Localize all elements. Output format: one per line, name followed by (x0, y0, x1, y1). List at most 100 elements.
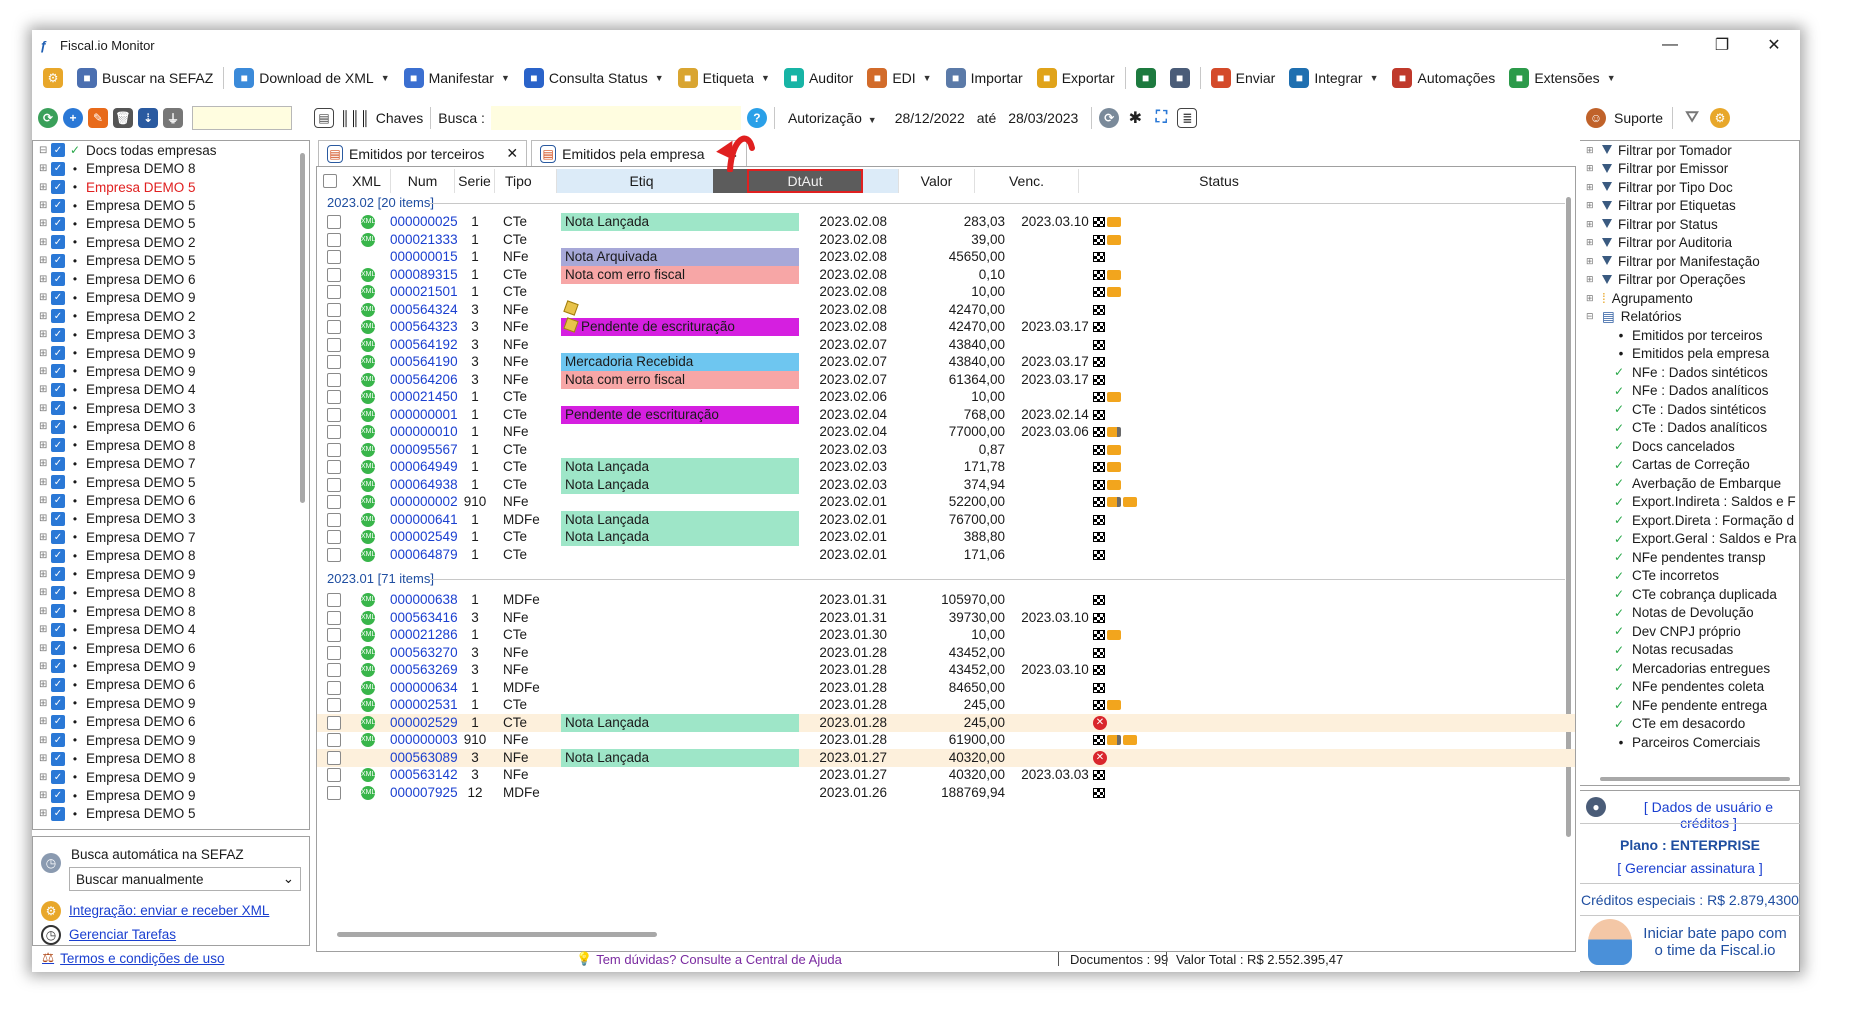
expand-icon[interactable]: ⊞ (39, 348, 51, 359)
company-item[interactable]: ⊞ ✓ • Empresa DEMO 6 (33, 418, 309, 436)
row-checkbox[interactable] (327, 302, 341, 317)
checkbox-checked-icon[interactable]: ✓ (51, 309, 65, 324)
group-header[interactable]: 2023.02 [20 items] (327, 195, 434, 210)
table-row[interactable]: XML 000000002 910 NFe 2023.02.01 52200,00 (317, 493, 1575, 511)
table-row[interactable]: XML 000564190 3 NFe Mercadoria Recebida 2023.… (317, 353, 1575, 371)
expand-icon[interactable]: ⊞ (1586, 237, 1600, 248)
expand-icon[interactable]: ⊞ (39, 753, 51, 764)
checkbox-checked-icon[interactable]: ✓ (51, 585, 65, 600)
toolbar-item-excel[interactable]: ■ (1131, 64, 1161, 92)
row-checkbox[interactable] (327, 232, 341, 247)
doc-tag[interactable] (561, 591, 799, 609)
report-item[interactable]: ✓ Averbação de Embarque (1580, 474, 1799, 493)
tree-root[interactable]: ⊟ ✓ ✓ Docs todas empresas (33, 141, 309, 159)
doc-number-link[interactable]: 000000025 (390, 213, 458, 231)
expand-icon[interactable]: ⊞ (39, 329, 51, 340)
checkbox-checked-icon[interactable]: ✓ (51, 235, 65, 250)
toolbar-item-consulta-status[interactable]: ■ Consulta Status ▼ (519, 64, 669, 92)
report-item[interactable]: ✓ NFe : Dados analíticos (1580, 382, 1799, 401)
close-button[interactable]: ✕ (1748, 30, 1800, 60)
xml-icon[interactable]: XML (361, 320, 375, 334)
toolbar-item-edi[interactable]: ■ EDI ▼ (862, 64, 936, 92)
doc-tag[interactable]: Nota Lançada (561, 475, 799, 494)
row-checkbox[interactable] (327, 495, 341, 509)
xml-icon[interactable]: XML (361, 390, 375, 404)
header-xml[interactable]: XML (343, 169, 391, 193)
expand-icon[interactable]: ⊞ (39, 679, 51, 690)
integration-link[interactable]: Integração: enviar e receber XML (69, 903, 269, 918)
table-row[interactable]: XML 000007925 12 MDFe 2023.01.26 188769,94 (317, 784, 1575, 802)
toolbar-item-automa-es[interactable]: ■ Automações (1387, 64, 1500, 92)
expand-icon[interactable]: ⊞ (1586, 163, 1600, 174)
company-item[interactable]: ⊞ ✓ • Empresa DEMO 9 (33, 768, 309, 786)
row-checkbox[interactable] (327, 442, 341, 457)
checkbox-checked-icon[interactable]: ✓ (51, 382, 65, 397)
xml-icon[interactable]: XML (361, 593, 375, 607)
table-row[interactable]: XML 000002529 1 CTe Nota Lançada 2023.01.28 24… (317, 713, 1575, 732)
barcode-icon[interactable]: ║║║ (340, 110, 370, 126)
doc-number-link[interactable]: 000064949 (390, 458, 458, 476)
checkbox-checked-icon[interactable]: ✓ (51, 806, 65, 821)
expand-icon[interactable]: ⊞ (39, 532, 51, 543)
expand-icon[interactable]: ⊞ (39, 292, 51, 303)
table-row[interactable]: XML 000064879 1 CTe 2023.02.01 171,06 (317, 546, 1575, 564)
row-checkbox[interactable] (327, 768, 341, 782)
checkbox-checked-icon[interactable]: ✓ (51, 641, 65, 656)
company-item[interactable]: ⊞ ✓ • Empresa DEMO 9 (33, 657, 309, 675)
settings-gear-icon[interactable]: ⚙ (1710, 108, 1731, 128)
collapse-all-icon[interactable]: ✱ (1125, 108, 1146, 128)
checkbox-checked-icon[interactable]: ✓ (51, 198, 65, 213)
company-item[interactable]: ⊞ ✓ • Empresa DEMO 3 (33, 399, 309, 417)
settings-button[interactable]: ⚙ (38, 64, 68, 92)
expand-icon[interactable]: ⊞ (39, 790, 51, 801)
checkbox-checked-icon[interactable]: ✓ (51, 696, 65, 711)
expand-icon[interactable]: ⊞ (39, 458, 51, 469)
expand-icon[interactable]: ⊞ (39, 421, 51, 432)
expand-icon[interactable]: ⊞ (39, 587, 51, 598)
expand-icon[interactable]: ⊞ (39, 716, 51, 727)
report-item[interactable]: • Parceiros Comerciais (1580, 733, 1799, 752)
checkbox-checked-icon[interactable]: ✓ (51, 751, 65, 766)
report-icon[interactable]: ≣ (1177, 108, 1198, 128)
doc-tag[interactable] (561, 493, 799, 511)
xml-icon[interactable]: XML (361, 530, 375, 544)
tree-scrollbar[interactable] (300, 153, 305, 503)
company-item[interactable]: ⊞ ✓ • Empresa DEMO 6 (33, 270, 309, 288)
doc-tag[interactable] (561, 546, 799, 564)
row-checkbox[interactable] (327, 250, 341, 264)
toolbar-item-extens-es[interactable]: ■ Extensões ▼ (1504, 64, 1620, 92)
xml-icon[interactable]: XML (361, 267, 375, 282)
expand-icon[interactable]: ⊞ (1586, 256, 1600, 267)
report-item[interactable]: ✓ Docs cancelados (1580, 437, 1799, 456)
row-checkbox[interactable] (327, 663, 341, 677)
clear-filter-icon[interactable]: ⛛ (1682, 108, 1703, 128)
xml-icon[interactable]: XML (361, 628, 375, 642)
table-row[interactable]: XML 000021286 1 CTe 2023.01.30 10,00 (317, 626, 1575, 644)
expand-icon[interactable]: ⊞ (39, 403, 51, 414)
expand-icon[interactable]: ⊞ (39, 218, 51, 229)
company-item[interactable]: ⊞ ✓ • Empresa DEMO 9 (33, 565, 309, 583)
row-checkbox[interactable] (327, 547, 341, 562)
checkbox-checked-icon[interactable]: ✓ (51, 567, 65, 582)
report-item[interactable]: ✓ CTe cobrança duplicada (1580, 585, 1799, 604)
doc-number-link[interactable]: 000000003 (390, 731, 458, 749)
doc-number-link[interactable]: 000000638 (390, 591, 458, 609)
doc-number-link[interactable]: 000563269 (390, 661, 458, 679)
expand-icon[interactable]: ⊞ (39, 513, 51, 524)
table-row[interactable]: XML 000021501 1 CTe 2023.02.08 10,00 (317, 283, 1575, 301)
xml-icon[interactable]: XML (361, 698, 375, 712)
company-item[interactable]: ⊞ ✓ • Empresa DEMO 6 (33, 491, 309, 509)
checkbox-checked-icon[interactable]: ✓ (51, 548, 65, 563)
toolbar-item-etiqueta[interactable]: ■ Etiqueta ▼ (673, 64, 775, 92)
doc-number-link[interactable]: 000563089 (390, 749, 458, 767)
doc-tag[interactable]: Nota com erro fiscal (561, 370, 799, 389)
doc-tag[interactable] (561, 766, 799, 784)
row-checkbox[interactable] (327, 407, 341, 422)
doc-number-link[interactable]: 000095567 (390, 441, 458, 459)
doc-tag[interactable] (561, 609, 799, 627)
expand-icon[interactable]: ⊞ (39, 569, 51, 580)
company-item[interactable]: ⊞ ✓ • Empresa DEMO 6 (33, 676, 309, 694)
doc-tag[interactable] (561, 696, 799, 714)
doc-tag[interactable]: Nota Lançada (561, 510, 799, 529)
checkbox-checked-icon[interactable]: ✓ (51, 493, 65, 508)
